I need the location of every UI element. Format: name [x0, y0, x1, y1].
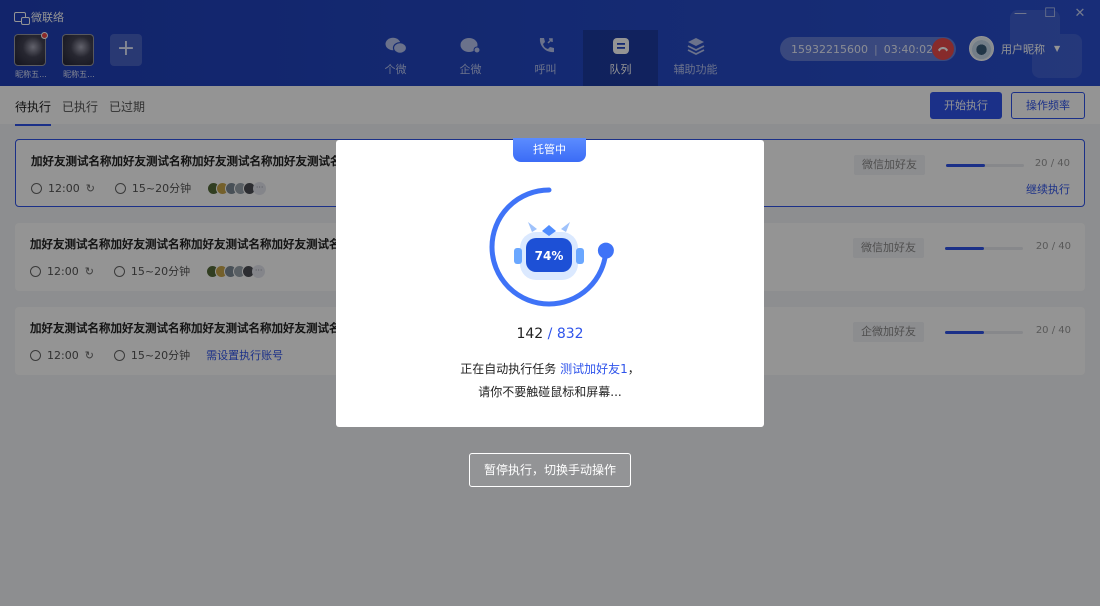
progress-count: 142 / 832 [336, 326, 764, 342]
status-badge: 托管中 [513, 138, 586, 162]
total-count: 832 [556, 326, 584, 342]
done-count: 142 [516, 326, 544, 342]
pause-switch-manual-button[interactable]: 暂停执行，切换手动操作 [469, 453, 631, 487]
progress-percent: 74% [535, 249, 564, 263]
robot-icon: 74% [514, 222, 584, 280]
warning-message: 请你不要触碰鼠标和屏幕... [478, 385, 622, 399]
message-prefix: 正在自动执行任务 [460, 362, 561, 376]
progress-ring-knob [597, 242, 614, 259]
running-task-message: 正在自动执行任务 测试加好友1， [336, 360, 764, 377]
progress-ring: 74% [489, 187, 614, 307]
message-suffix: ， [627, 362, 640, 376]
running-task-name: 测试加好友1 [560, 362, 628, 376]
auto-run-modal: 托管中 74% 142 / 832 正在自动执行任务 测试加好友1， 请你不要触… [336, 138, 764, 427]
count-separator: / [543, 326, 557, 342]
